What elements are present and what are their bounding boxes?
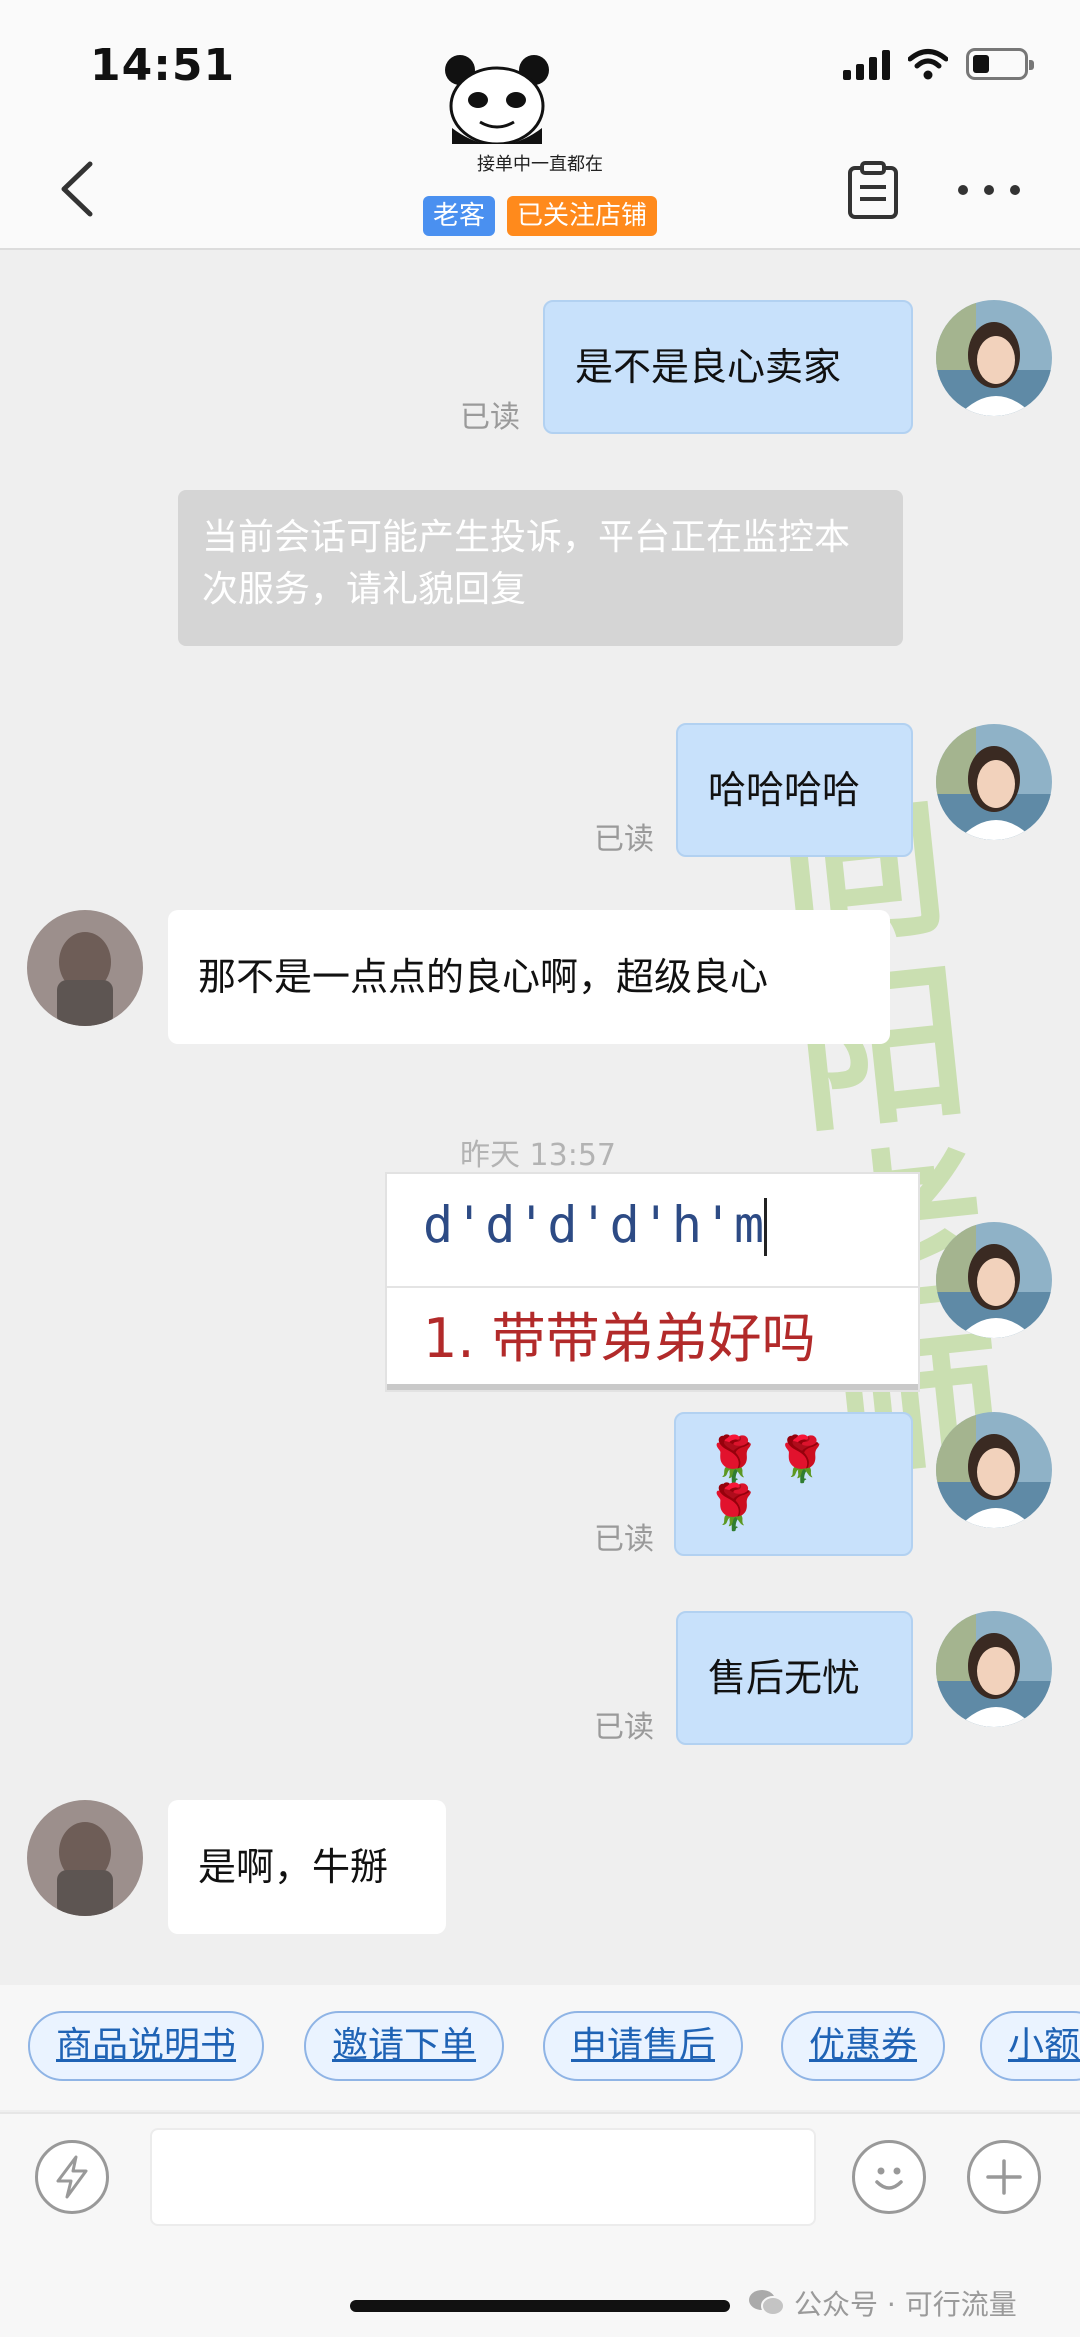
seller-avatar[interactable]	[27, 910, 143, 1026]
message-bubble[interactable]: 哈哈哈哈	[676, 723, 913, 857]
shop-avatar[interactable]	[438, 52, 556, 144]
shop-name: 接单中一直都在	[477, 154, 603, 175]
message-text: 是啊，牛掰	[198, 1845, 389, 1889]
invite-order-chip[interactable]: 邀请下单	[304, 2011, 505, 2081]
source-label: 公众号 · 可行流量	[748, 2283, 1017, 2323]
sticker-image[interactable]: d'd'd'd'h'm 1. 带带弟弟好吗	[385, 1172, 920, 1392]
user-avatar[interactable]	[936, 1611, 1052, 1727]
emoji-icon[interactable]	[852, 2140, 926, 2214]
message-text: 售后无忧	[708, 1656, 861, 1700]
message-bubble[interactable]: 是不是良心卖家	[543, 300, 913, 434]
message-bubble[interactable]: 🌹 🌹 🌹	[674, 1412, 913, 1556]
product-manual-chip[interactable]: 商品说明书	[28, 2011, 265, 2081]
read-receipt: 已读	[460, 400, 520, 435]
rose-emoji-message: 🌹 🌹 🌹	[706, 1434, 830, 1533]
status-time: 14:51	[90, 40, 236, 91]
customer-tags: 老客 已关注店铺	[0, 196, 1080, 236]
sticker-line-1: d'd'd'd'h'm	[423, 1196, 766, 1254]
status-icons	[843, 48, 1034, 80]
user-avatar[interactable]	[936, 1222, 1052, 1338]
user-avatar[interactable]	[936, 1412, 1052, 1528]
more-icon[interactable]	[958, 168, 1020, 212]
small-amount-chip[interactable]: 小额	[980, 2011, 1080, 2081]
read-receipt: 已读	[594, 822, 654, 857]
signal-icon	[843, 48, 890, 80]
wechat-icon	[749, 2290, 785, 2316]
battery-icon	[966, 48, 1034, 80]
returning-customer-tag: 老客	[422, 196, 495, 236]
request-after-sales-chip[interactable]: 申请售后	[543, 2011, 744, 2081]
system-notice: 当前会话可能产生投诉，平台正在监控本次服务，请礼貌回复	[178, 490, 903, 646]
message-bubble[interactable]: 售后无忧	[676, 1611, 913, 1745]
message-timestamp: 昨天 13:57	[460, 1138, 616, 1173]
read-receipt: 已读	[594, 1522, 654, 1557]
message-bubble[interactable]: 那不是一点点的良心啊，超级良心	[168, 910, 890, 1044]
notes-icon[interactable]	[845, 160, 901, 220]
wifi-icon	[908, 49, 948, 80]
sticker-line-2: 1. 带带弟弟好吗	[423, 1307, 816, 1370]
watermark: 向阳老师	[767, 756, 1016, 1526]
message-text: 那不是一点点的良心啊，超级良心	[198, 955, 769, 999]
source-text: 公众号 · 可行流量	[794, 2288, 1017, 2321]
message-text: 是不是良心卖家	[575, 345, 842, 389]
user-avatar[interactable]	[936, 724, 1052, 840]
message-input[interactable]	[150, 2128, 816, 2226]
read-receipt: 已读	[594, 1710, 654, 1745]
sticker-divider	[387, 1286, 918, 1288]
quick-action-bar[interactable]: 商品说明书 邀请下单 申请售后 优惠券 小额	[0, 1985, 1080, 2110]
lightning-icon[interactable]	[35, 2140, 109, 2214]
message-text: 哈哈哈哈	[708, 768, 861, 812]
chat-header: 14:51 接单中一直都在 老客 已关注店铺	[0, 0, 1080, 250]
plus-icon[interactable]	[967, 2140, 1041, 2214]
sticker-underline	[387, 1384, 918, 1390]
message-bubble[interactable]: 是啊，牛掰	[168, 1800, 446, 1934]
home-indicator[interactable]	[350, 2300, 730, 2312]
follows-shop-tag: 已关注店铺	[507, 196, 658, 236]
user-avatar[interactable]	[936, 300, 1052, 416]
seller-avatar[interactable]	[27, 1800, 143, 1916]
text-caret	[764, 1198, 767, 1256]
coupon-chip[interactable]: 优惠券	[781, 2011, 946, 2081]
